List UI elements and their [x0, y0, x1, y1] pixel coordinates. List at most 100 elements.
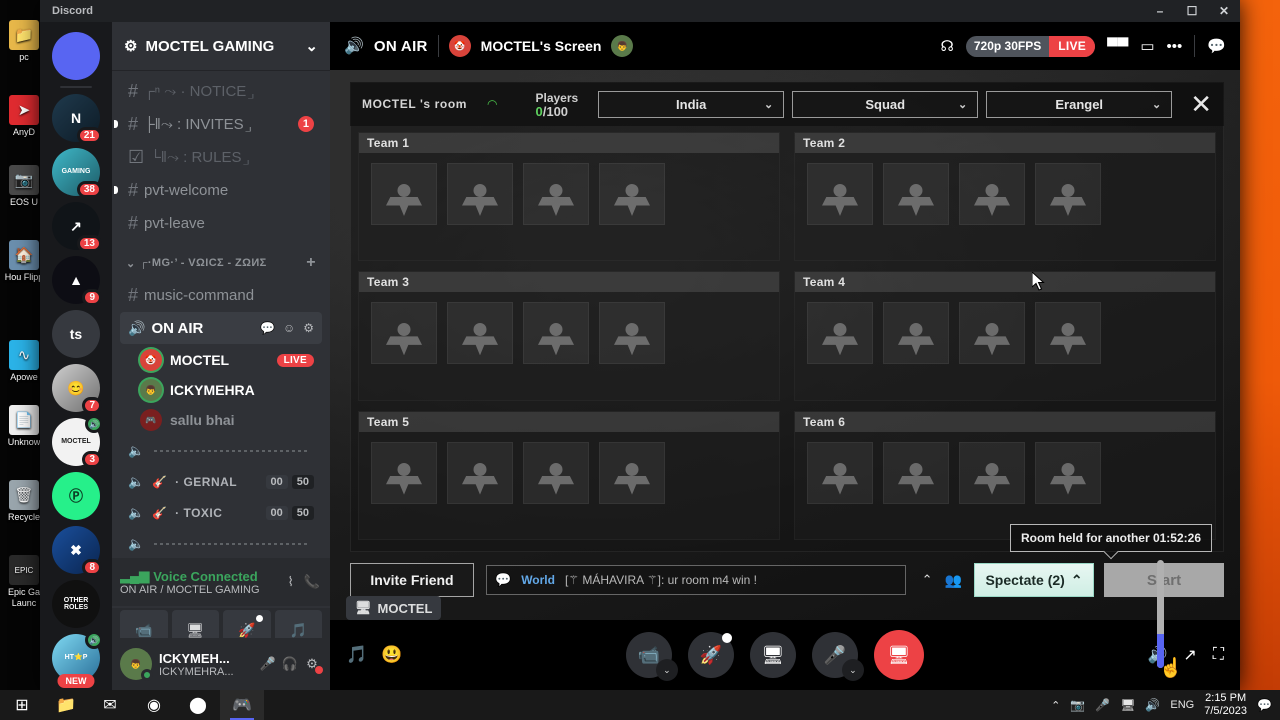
- chat-toggle-icon[interactable]: 💬: [1207, 37, 1226, 55]
- player-slot[interactable]: [371, 441, 437, 504]
- maximize-button[interactable]: ☐: [1176, 0, 1208, 22]
- start-button[interactable]: Start: [1104, 563, 1224, 597]
- more-options-icon[interactable]: •••: [1167, 38, 1183, 55]
- player-slot[interactable]: [447, 302, 513, 365]
- player-slot[interactable]: [599, 441, 665, 504]
- headphones-toggle[interactable]: 🎧: [280, 654, 300, 674]
- taskbar-items[interactable]: ⊞ 📁 ✉ ◉ ⬤ 🎮: [0, 690, 264, 720]
- activities-button[interactable]: 🚀: [687, 632, 734, 678]
- channel-channel-invites[interactable]: # ├‖⤳ : INVITES⌟ 1: [114, 108, 322, 140]
- stream-quality-badge[interactable]: 720p 30FPS LIVE: [965, 35, 1096, 57]
- ping-icon[interactable]: ⌇: [285, 572, 295, 592]
- player-slot[interactable]: [807, 302, 873, 365]
- player-slot[interactable]: [883, 302, 949, 365]
- voice-member-moctel[interactable]: 🤡 MOCTEL LIVE: [132, 345, 322, 375]
- guild-icon-guild-gaming[interactable]: GAMING 38: [52, 148, 102, 198]
- close-icon[interactable]: ✕: [1190, 91, 1212, 117]
- player-slot[interactable]: [883, 441, 949, 504]
- player-slot[interactable]: [959, 441, 1025, 504]
- mic-toggle[interactable]: 🎤: [258, 654, 278, 674]
- guild-rail[interactable]: N 21 GAMING 38 ↗ 13 ▲ 9 ts 😊 7 MOCTEL 🔊 3 Ⓟ ✖ 8 OTHER ROL…: [40, 22, 112, 690]
- popout-icon[interactable]: ↗: [1183, 645, 1196, 665]
- voice-channel-on-air[interactable]: 🔊 ON AIR 💬 ☺ ⚙: [120, 312, 322, 344]
- soundboard-empty[interactable]: 🔈: [120, 435, 322, 466]
- guild-icon-guild-x[interactable]: ✖ 8: [52, 526, 102, 576]
- mode-select[interactable]: Squad ⌄: [792, 90, 979, 118]
- player-slot[interactable]: [959, 302, 1025, 365]
- emoji-icon[interactable]: 😃: [381, 645, 402, 665]
- stop-stream-button[interactable]: 🖥: [873, 630, 924, 680]
- popout-icon[interactable]: ▭: [1140, 37, 1154, 55]
- language-indicator[interactable]: ENG: [1170, 699, 1194, 711]
- chevron-down-icon[interactable]: ⌄: [305, 37, 318, 55]
- voice-channel-actions[interactable]: 💬 ☺ ⚙: [260, 321, 314, 335]
- clock[interactable]: 2:15 PM 7/5/2023: [1204, 692, 1247, 718]
- player-slot[interactable]: [1035, 441, 1101, 504]
- voice-member-sallu-bhai[interactable]: 🎮 sallu bhai: [132, 405, 322, 435]
- notification-center-icon[interactable]: 💬: [1257, 698, 1272, 712]
- player-slot[interactable]: [523, 441, 589, 504]
- taskbar-start-button[interactable]: ⊞: [0, 690, 44, 720]
- taskbar-chrome[interactable]: ◉: [132, 690, 176, 720]
- add-channel-icon[interactable]: +: [306, 254, 316, 272]
- channel-channel-notice[interactable]: # ┌ⁿ ⤳ · NOTICE⌟: [120, 75, 322, 107]
- guild-icon-guild-ts[interactable]: ts: [52, 310, 100, 358]
- spectate-button[interactable]: Spectate (2) ⌃: [974, 563, 1094, 597]
- minimize-button[interactable]: –: [1144, 0, 1176, 22]
- taskbar-mail[interactable]: ✉: [88, 690, 132, 720]
- volume-slider[interactable]: [1157, 560, 1164, 668]
- guild-icon-guild-rocket[interactable]: ↗ 13: [52, 202, 102, 252]
- grid-layout-icon[interactable]: ▀▀: [1107, 38, 1128, 55]
- guild-icon-guild-other-roles[interactable]: OTHER ROLES: [52, 580, 100, 628]
- slider-track[interactable]: [152, 445, 314, 457]
- slider-track[interactable]: [152, 538, 314, 550]
- chat-icon[interactable]: 💬: [260, 321, 275, 335]
- game-chat-bar[interactable]: 💬 World [⚚ MÁHAVIRA ⚚]: ur room m4 win !: [486, 565, 906, 595]
- player-slot[interactable]: [807, 163, 873, 225]
- player-slot[interactable]: [883, 163, 949, 225]
- invite-icon[interactable]: ☺: [283, 321, 295, 335]
- player-slot[interactable]: [447, 441, 513, 504]
- player-slot[interactable]: [523, 163, 589, 225]
- tray-icon-camera[interactable]: 📷: [1070, 698, 1085, 712]
- screen-share-button[interactable]: 🖥: [749, 632, 796, 678]
- add-person-icon[interactable]: ☊: [941, 37, 954, 55]
- close-button[interactable]: ✕: [1208, 0, 1240, 22]
- guild-icon-guild-moctel[interactable]: MOCTEL 🔊 3: [52, 415, 103, 468]
- game-select-group[interactable]: India ⌄ Squad ⌄ Erangel ⌄: [598, 90, 1173, 118]
- settings-gear-icon[interactable]: ⚙: [303, 321, 314, 335]
- guild-icon-home[interactable]: [52, 32, 100, 80]
- player-slot[interactable]: [807, 441, 873, 504]
- player-slot[interactable]: [371, 302, 437, 365]
- region-select[interactable]: India ⌄: [598, 90, 785, 118]
- user-controls[interactable]: 🎤 🎧 ⚙: [258, 654, 323, 674]
- channel-channel-pvt-leave[interactable]: # pvt-leave: [120, 207, 322, 239]
- channel-channel-rules[interactable]: ☑ └‖⤳ : RULES⌟: [120, 141, 322, 173]
- tray-icon-volume[interactable]: 🔊: [1145, 698, 1160, 712]
- guild-icon-guild-n[interactable]: N 21: [52, 94, 102, 144]
- channel-category[interactable]: ⌄ ┌·MG·’ - VΩICΣ - ZΩИΣ +: [120, 249, 322, 277]
- mic-button[interactable]: 🎤 ⌄: [811, 632, 864, 681]
- map-select[interactable]: Erangel ⌄: [986, 90, 1173, 118]
- player-slot[interactable]: [1035, 302, 1101, 365]
- disconnect-icon[interactable]: 📞: [302, 572, 322, 592]
- fullscreen-icon[interactable]: ⛶: [1213, 646, 1224, 664]
- taskbar-obs-studio[interactable]: ⬤: [176, 690, 220, 720]
- dropdown-caret[interactable]: ⌄: [841, 659, 864, 681]
- chat-expand-icon[interactable]: ⌃: [922, 572, 933, 588]
- soundboard-empty[interactable]: 🔈: [120, 528, 322, 559]
- stream-controls-center[interactable]: 📹 ⌄ 🚀 🖥 🎤 ⌄ 🖥: [402, 630, 1147, 681]
- taskbar-discord-taskbar[interactable]: 🎮: [220, 690, 264, 720]
- channel-channel-pvt-welcome[interactable]: # pvt-welcome: [114, 174, 322, 206]
- soundboard-toxic[interactable]: 🔈 🎸 · TOXIC 00 50: [120, 497, 322, 528]
- player-slot[interactable]: [371, 163, 437, 225]
- channel-channel-music-command[interactable]: # music-command: [120, 279, 322, 311]
- guild-icon-guild-p[interactable]: Ⓟ: [52, 472, 100, 520]
- taskbar-file-explorer[interactable]: 📁: [44, 690, 88, 720]
- guild-icon-guild-htop[interactable]: HT⭐P 🔊 NEW: [52, 631, 103, 688]
- player-slot[interactable]: [523, 302, 589, 365]
- tray-icon-microphone[interactable]: 🎤: [1095, 698, 1110, 712]
- stream-controls-left[interactable]: 🎵 😃: [346, 645, 402, 665]
- dropdown-caret[interactable]: ⌄: [655, 659, 678, 681]
- friends-icon[interactable]: 👥: [945, 572, 962, 589]
